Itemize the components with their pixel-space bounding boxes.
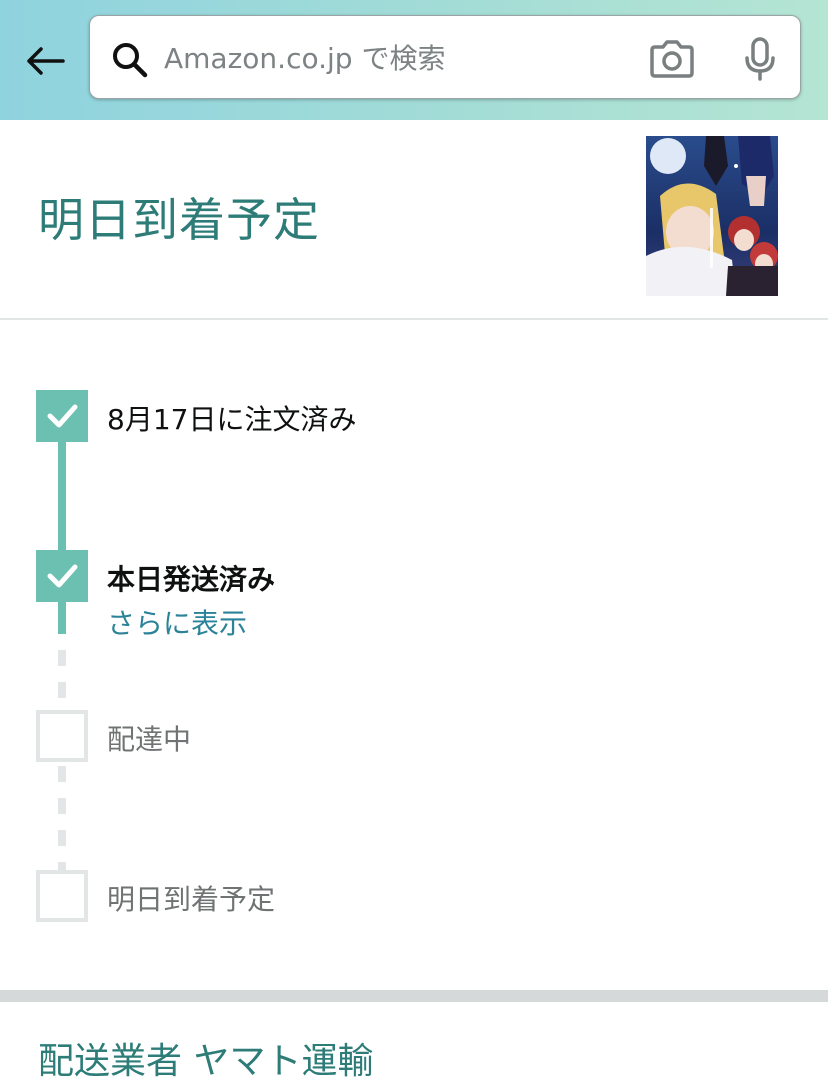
progress-line-pending xyxy=(58,766,66,870)
step-in-transit-label: 配達中 xyxy=(107,723,192,756)
step-ordered-checkbox xyxy=(36,390,88,442)
delivery-status-section: 明日到着予定 xyxy=(0,120,828,320)
back-arrow-icon xyxy=(27,47,65,75)
step-arriving-checkbox xyxy=(36,870,88,922)
step-shipped-label: 本日発送済み xyxy=(107,563,276,596)
progress-line-completed xyxy=(58,430,66,552)
checkmark-icon xyxy=(47,564,78,588)
search-bar[interactable] xyxy=(89,15,801,99)
delivery-status-title: 明日到着予定 xyxy=(38,193,320,247)
step-ordered-label: 8月17日に注文済み xyxy=(107,403,357,436)
checkmark-icon xyxy=(47,404,78,428)
search-icon xyxy=(113,43,148,78)
step-arriving-label: 明日到着予定 xyxy=(107,883,276,916)
back-button[interactable] xyxy=(20,38,70,84)
product-image[interactable] xyxy=(646,136,778,296)
section-divider xyxy=(0,990,828,1002)
tracking-timeline: 8月17日に注文済み 本日発送済み さらに表示 配達中 明日到着予定 xyxy=(0,320,828,990)
carrier-info: 配送業者 ヤマト運輸 xyxy=(38,1041,374,1082)
show-more-link[interactable]: さらに表示 xyxy=(107,602,247,642)
search-input[interactable] xyxy=(164,34,624,82)
progress-line-completed xyxy=(58,600,66,634)
step-shipped-checkbox xyxy=(36,550,88,602)
camera-icon[interactable] xyxy=(648,38,696,80)
progress-line-pending xyxy=(58,650,66,710)
microphone-icon[interactable] xyxy=(742,36,778,82)
top-bar xyxy=(0,0,828,120)
step-in-transit-checkbox xyxy=(36,710,88,762)
